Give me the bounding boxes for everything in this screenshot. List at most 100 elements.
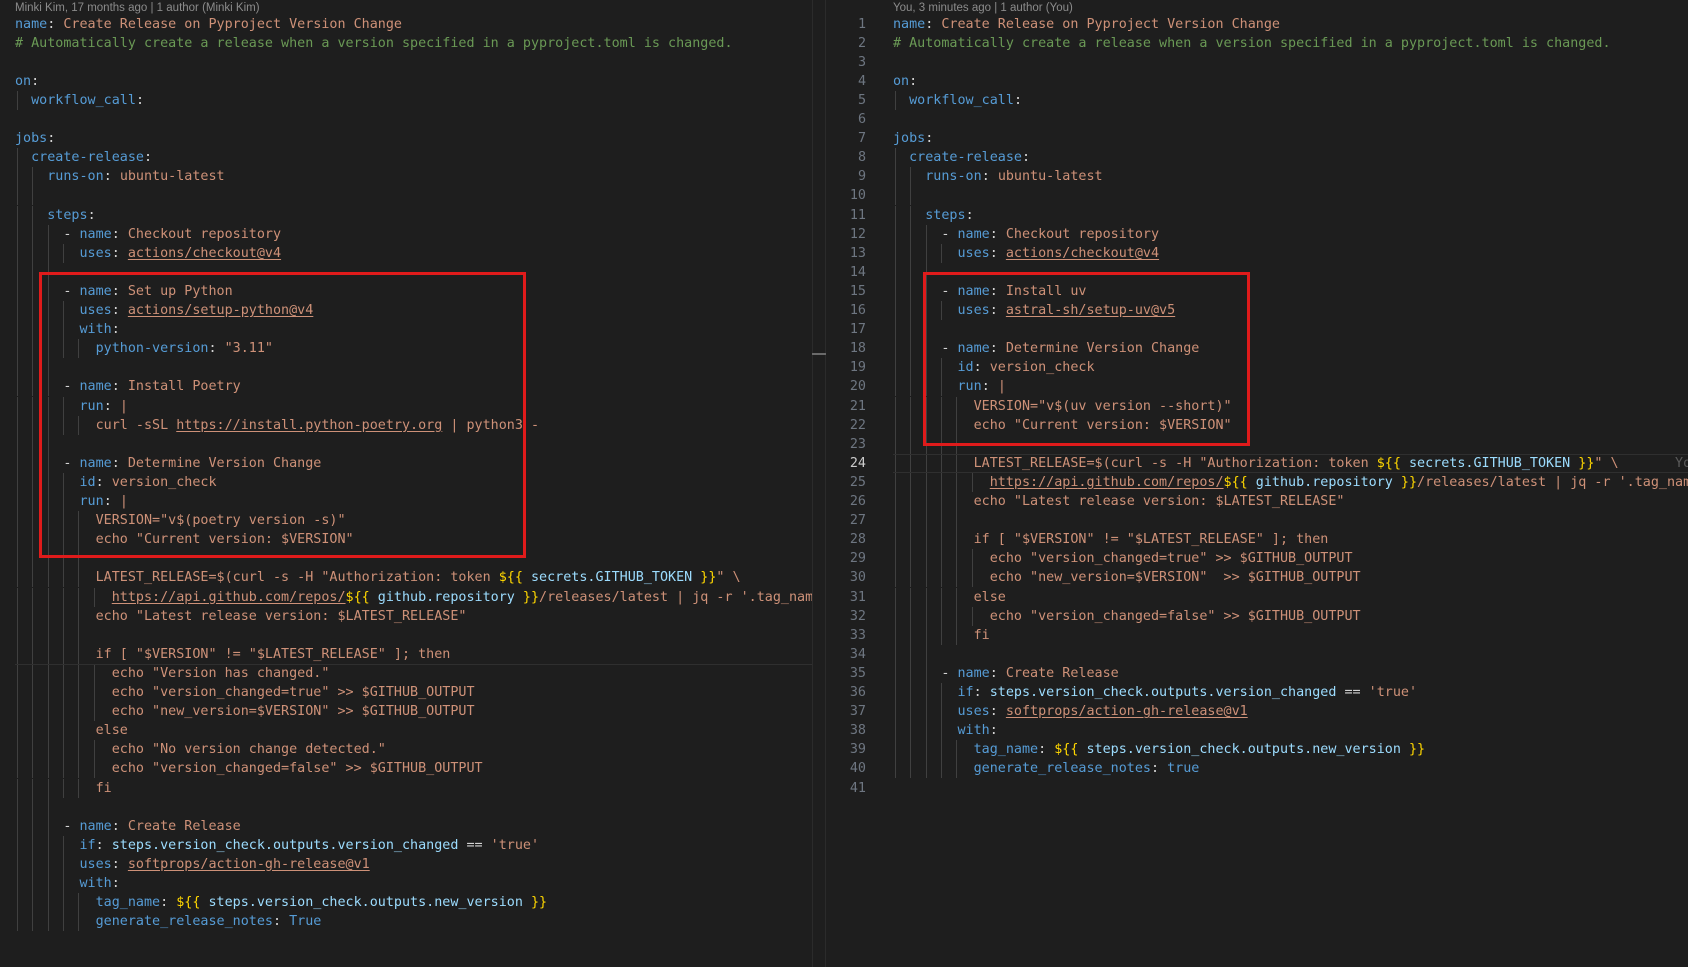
code-line[interactable]: if: steps.version_check.outputs.version_… [15, 836, 539, 855]
line-number[interactable]: 6 [826, 110, 866, 129]
code-token[interactable]: https://api.github.com/repos/ [990, 475, 1224, 490]
code-line[interactable]: echo "new_version=$VERSION" >> $GITHUB_O… [893, 568, 1361, 587]
code-line[interactable]: on: [893, 72, 917, 91]
code-line[interactable]: # Automatically create a release when a … [893, 34, 1611, 53]
line-number[interactable]: 38 [826, 721, 866, 740]
line-number[interactable]: 32 [826, 607, 866, 626]
code-line[interactable]: else [893, 588, 1006, 607]
code-line[interactable]: if [ "$VERSION" != "$LATEST_RELEASE" ]; … [15, 645, 451, 664]
code-line[interactable]: workflow_call: [15, 91, 144, 110]
code-line[interactable]: https://api.github.com/repos/${{ github.… [15, 588, 812, 607]
line-number[interactable]: 27 [826, 511, 866, 530]
code-line[interactable]: fi [15, 779, 112, 798]
line-number[interactable]: 30 [826, 568, 866, 587]
line-number[interactable]: 8 [826, 148, 866, 167]
line-number[interactable]: 12 [826, 225, 866, 244]
left-blame-header[interactable]: Minki Kim, 17 months ago | 1 author (Min… [15, 1, 260, 15]
code-line[interactable]: uses: actions/checkout@v4 [15, 244, 281, 263]
right-editor-pane[interactable]: You, 3 minutes ago | 1 author (You) 1234… [826, 0, 1688, 967]
line-number[interactable]: 14 [826, 263, 866, 282]
code-line[interactable]: echo "No version change detected." [15, 740, 386, 759]
code-line[interactable]: echo "version_changed=true" >> $GITHUB_O… [15, 683, 475, 702]
line-number[interactable]: 2 [826, 34, 866, 53]
line-number[interactable]: 16 [826, 301, 866, 320]
line-number[interactable]: 28 [826, 530, 866, 549]
code-token[interactable]: actions/checkout@v4 [128, 246, 281, 261]
code-line[interactable]: uses: softprops/action-gh-release@v1 [15, 855, 370, 874]
code-line[interactable]: echo "new_version=$VERSION" >> $GITHUB_O… [15, 702, 475, 721]
code-line[interactable]: steps: [15, 206, 95, 225]
line-number[interactable]: 25 [826, 473, 866, 492]
code-line[interactable]: runs-on: ubuntu-latest [15, 167, 224, 186]
code-token[interactable]: softprops/action-gh-release@v1 [128, 857, 370, 872]
code-line[interactable]: generate_release_notes: true [893, 759, 1200, 778]
line-number[interactable]: 33 [826, 626, 866, 645]
code-line[interactable]: generate_release_notes: True [15, 912, 322, 931]
code-line[interactable]: echo "Version has changed." [15, 664, 330, 683]
code-line[interactable]: with: [15, 874, 119, 893]
code-line[interactable]: - name: Checkout repository [15, 225, 281, 244]
code-line[interactable]: if [ "$VERSION" != "$LATEST_RELEASE" ]; … [893, 530, 1329, 549]
line-number[interactable]: 4 [826, 72, 866, 91]
line-number[interactable]: 34 [826, 645, 866, 664]
line-number[interactable]: 18 [826, 339, 866, 358]
line-number[interactable]: 31 [826, 588, 866, 607]
code-line[interactable]: create-release: [15, 148, 152, 167]
code-token[interactable]: softprops/action-gh-release@v1 [1006, 704, 1248, 719]
code-line[interactable]: jobs: [893, 129, 933, 148]
code-line[interactable]: tag_name: ${{ steps.version_check.output… [15, 893, 548, 912]
code-line[interactable]: runs-on: ubuntu-latest [893, 167, 1102, 186]
line-number[interactable]: 9 [826, 167, 866, 186]
line-number[interactable]: 37 [826, 702, 866, 721]
line-number[interactable]: 24 [826, 454, 866, 473]
code-line[interactable]: echo "version_changed=false" >> $GITHUB_… [15, 759, 483, 778]
line-number[interactable]: 15 [826, 282, 866, 301]
code-line[interactable]: echo "Latest release version: $LATEST_RE… [893, 492, 1345, 511]
code-line[interactable]: echo "Latest release version: $LATEST_RE… [15, 607, 467, 626]
line-number[interactable]: 3 [826, 53, 866, 72]
line-number[interactable]: 5 [826, 91, 866, 110]
code-token[interactable]: https://api.github.com/repos/ [112, 590, 346, 605]
code-line[interactable]: https://api.github.com/repos/${{ github.… [893, 473, 1688, 492]
line-number[interactable]: 40 [826, 759, 866, 778]
line-number[interactable]: 26 [826, 492, 866, 511]
line-number[interactable]: 20 [826, 377, 866, 396]
line-number[interactable]: 23 [826, 435, 866, 454]
code-token[interactable]: actions/checkout@v4 [1006, 246, 1159, 261]
code-line[interactable]: LATEST_RELEASE=$(curl -s -H "Authorizati… [15, 568, 741, 587]
code-line[interactable]: name: Create Release on Pyproject Versio… [893, 15, 1280, 34]
line-number[interactable]: 39 [826, 740, 866, 759]
line-number[interactable]: 7 [826, 129, 866, 148]
code-line[interactable]: fi [893, 626, 990, 645]
line-number[interactable]: 13 [826, 244, 866, 263]
code-line[interactable]: - name: Create Release [893, 664, 1118, 683]
code-line[interactable]: name: Create Release on Pyproject Versio… [15, 15, 402, 34]
code-line[interactable]: - name: Checkout repository [893, 225, 1159, 244]
code-line[interactable]: uses: softprops/action-gh-release@v1 [893, 702, 1248, 721]
line-number[interactable]: 10 [826, 186, 866, 205]
left-editor-pane[interactable]: Minki Kim, 17 months ago | 1 author (Min… [0, 0, 812, 967]
pane-divider[interactable] [812, 0, 813, 967]
line-number[interactable]: 1 [826, 15, 866, 34]
line-number[interactable]: 41 [826, 779, 866, 798]
line-number[interactable]: 21 [826, 397, 866, 416]
code-line[interactable]: with: [893, 721, 997, 740]
line-number[interactable]: 17 [826, 320, 866, 339]
line-number[interactable]: 35 [826, 664, 866, 683]
code-line[interactable]: steps: [893, 206, 973, 225]
code-line[interactable]: else [15, 721, 128, 740]
code-line[interactable]: # Automatically create a release when a … [15, 34, 733, 53]
right-blame-header[interactable]: You, 3 minutes ago | 1 author (You) [893, 1, 1073, 15]
code-line[interactable]: - name: Create Release [15, 817, 240, 836]
code-line[interactable]: echo "version_changed=true" >> $GITHUB_O… [893, 549, 1353, 568]
code-line[interactable]: uses: actions/checkout@v4 [893, 244, 1159, 263]
line-number[interactable]: 19 [826, 358, 866, 377]
code-line[interactable]: on: [15, 72, 39, 91]
line-number[interactable]: 22 [826, 416, 866, 435]
code-line[interactable]: echo "version_changed=false" >> $GITHUB_… [893, 607, 1361, 626]
code-line[interactable]: create-release: [893, 148, 1030, 167]
line-number[interactable]: 29 [826, 549, 866, 568]
code-line[interactable]: tag_name: ${{ steps.version_check.output… [893, 740, 1426, 759]
line-number[interactable]: 36 [826, 683, 866, 702]
code-line[interactable]: jobs: [15, 129, 55, 148]
